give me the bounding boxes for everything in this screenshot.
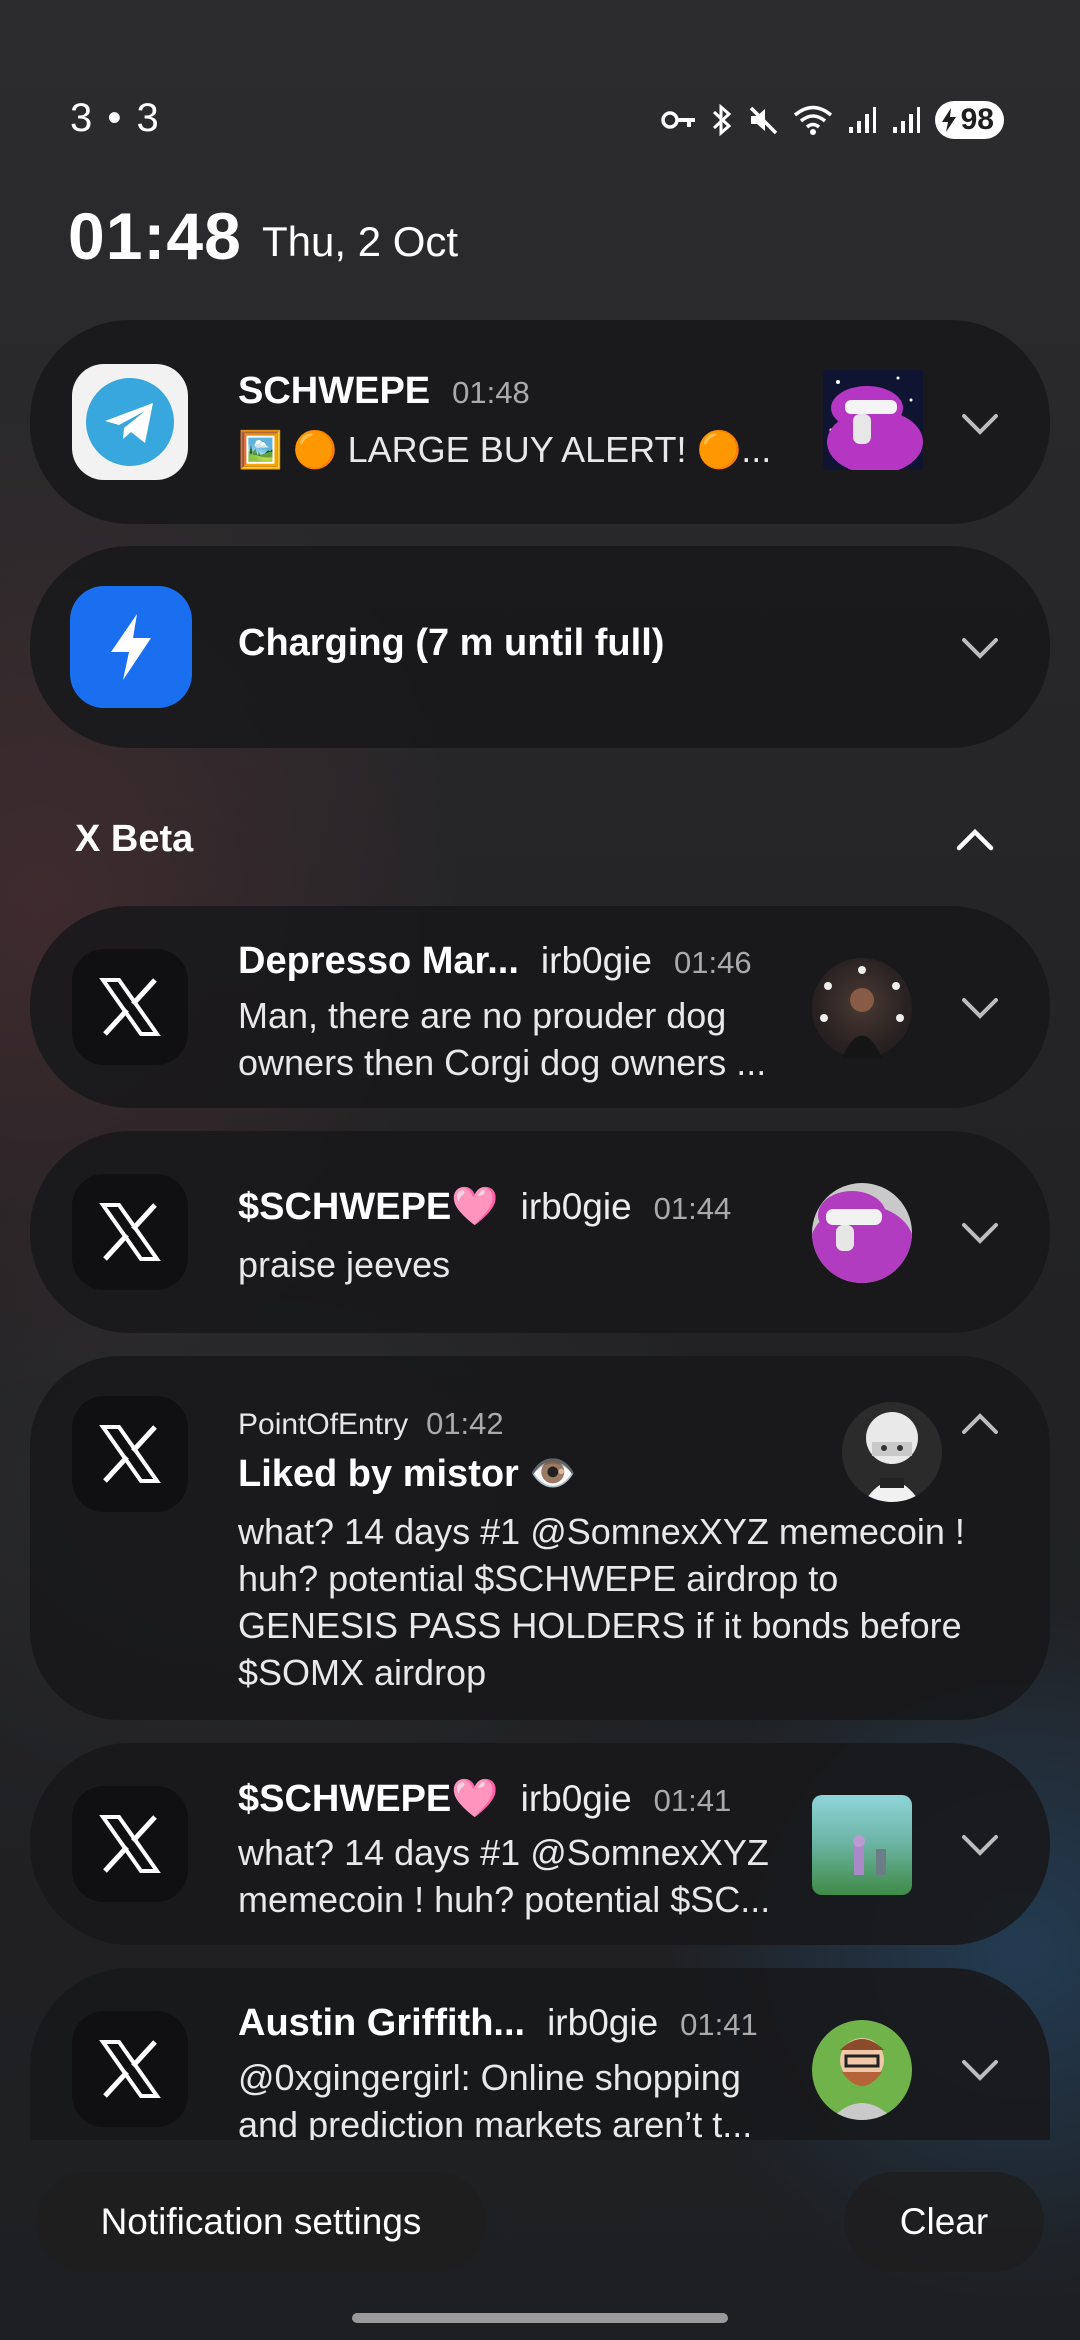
sender-name: Austin Griffith... [238, 2002, 526, 2044]
media-thumbnail [823, 370, 923, 470]
chevron-up-icon[interactable] [955, 828, 995, 852]
battery-level: 98 [960, 103, 994, 136]
notification-time: 01:41 [680, 2007, 758, 2042]
notification-time: 01:46 [673, 945, 752, 980]
mute-icon [747, 104, 779, 136]
notification-telegram[interactable]: SCHWEPE 01:48 🖼️ 🟠 LARGE BUY ALERT! 🟠... [30, 320, 1050, 524]
sender-name: $SCHWEPE🩷 [238, 1186, 499, 1228]
clear-button[interactable]: Clear [844, 2172, 1044, 2272]
sender-name: $SCHWEPE🩷 [238, 1778, 499, 1820]
section-title-x-beta: X Beta [75, 818, 194, 860]
notification-x-4[interactable]: $SCHWEPE🩷 irb0gie 01:41 what? 14 days #1… [30, 1743, 1050, 1945]
status-time: 3 • 3 [70, 96, 161, 140]
vpn-key-icon [660, 108, 697, 132]
avatar [842, 1402, 942, 1502]
chevron-down-icon[interactable] [960, 996, 1000, 1020]
account-handle: irb0gie [520, 1186, 632, 1227]
bolt-icon [941, 108, 956, 132]
notification-x-3-expanded[interactable]: PointOfEntry 01:42 Liked by mistor 👁️ wh… [30, 1356, 1050, 1720]
notification-source: PointOfEntry [238, 1408, 409, 1441]
notification-body: Man, there are no prouder dog owners the… [238, 995, 767, 1083]
notification-time: 01:41 [653, 1783, 732, 1818]
media-thumbnail [812, 1795, 912, 1895]
home-indicator[interactable] [352, 2313, 728, 2323]
chevron-up-icon[interactable] [960, 1412, 1000, 1436]
account-handle: irb0gie [520, 1778, 632, 1819]
notification-x-2[interactable]: $SCHWEPE🩷 irb0gie 01:44 praise jeeves [30, 1131, 1050, 1333]
chevron-down-icon[interactable] [960, 1833, 1000, 1857]
notification-x-1[interactable]: Depresso Mar... irb0gie 01:46 Man, there… [30, 906, 1050, 1108]
x-logo-icon [72, 949, 188, 1065]
battery-indicator: 98 [934, 101, 1004, 139]
account-handle: irb0gie [547, 2002, 659, 2043]
notification-settings-button[interactable]: Notification settings [36, 2172, 486, 2272]
x-logo-icon [72, 1786, 188, 1902]
notification-x-5[interactable]: Austin Griffith... irb0gie 01:41 @0xging… [30, 1968, 1050, 2140]
notification-body: what? 14 days #1 @SomnexXYZ memecoin ! h… [238, 1832, 771, 1920]
notification-body: praise jeeves [238, 1244, 451, 1285]
bluetooth-icon [711, 103, 733, 137]
notification-time: 01:44 [653, 1191, 732, 1226]
x-logo-icon [72, 1396, 188, 1512]
lightning-icon [70, 586, 192, 708]
notification-body: what? 14 days #1 @SomnexXYZ memecoin ! h… [238, 1511, 965, 1693]
avatar [812, 1183, 912, 1283]
avatar [812, 958, 912, 1058]
status-icons: 98 [660, 98, 1004, 142]
chevron-down-icon[interactable] [960, 2058, 1000, 2082]
chevron-down-icon[interactable] [960, 636, 1000, 660]
avatar [812, 2020, 912, 2120]
signal-icon [891, 105, 921, 135]
notification-time: 01:48 [452, 375, 530, 410]
x-logo-icon [72, 1174, 188, 1290]
chevron-down-icon[interactable] [960, 1221, 1000, 1245]
notification-title: Liked by mistor 👁️ [238, 1453, 577, 1495]
chevron-down-icon[interactable] [960, 412, 1000, 436]
account-handle: irb0gie [540, 940, 652, 981]
sender-name: Depresso Mar... [238, 940, 519, 982]
signal-icon [847, 105, 877, 135]
wifi-icon [793, 104, 833, 136]
notification-body: @0xgingergirl: Online shopping and predi… [238, 2057, 753, 2140]
notification-charging[interactable]: Charging (7 m until full) [30, 546, 1050, 748]
date: Thu, 2 Oct [262, 218, 459, 265]
telegram-icon [72, 364, 188, 480]
notification-body: 🖼️ 🟠 LARGE BUY ALERT! 🟠... [238, 429, 772, 470]
notification-title: SCHWEPE [238, 370, 431, 412]
x-logo-icon [72, 2011, 188, 2127]
notification-time: 01:42 [426, 1406, 504, 1441]
charging-status: Charging (7 m until full) [238, 622, 665, 664]
clock: 01:48 [68, 199, 242, 273]
